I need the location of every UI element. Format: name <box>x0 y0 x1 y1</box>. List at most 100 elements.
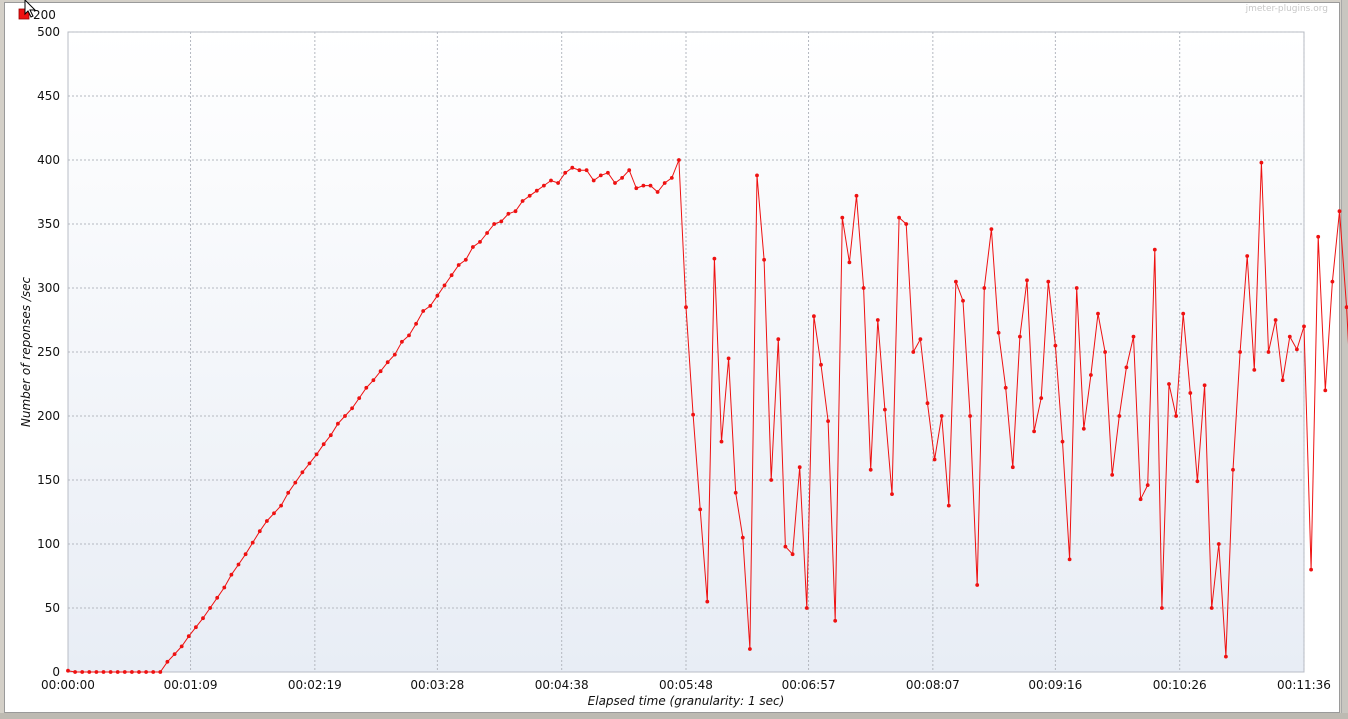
x-tick-label: 00:00:00 <box>41 678 95 692</box>
data-point <box>918 337 923 342</box>
data-point <box>513 209 518 214</box>
data-point <box>414 321 418 326</box>
data-point <box>179 644 184 649</box>
data-point <box>279 503 283 508</box>
data-point <box>1103 350 1107 354</box>
data-point <box>73 670 77 674</box>
data-point <box>1195 479 1200 484</box>
data-point <box>87 670 92 674</box>
data-point <box>392 352 397 357</box>
data-point <box>989 227 994 232</box>
data-point <box>733 490 738 495</box>
data-point <box>627 168 632 173</box>
data-point <box>1337 209 1342 214</box>
data-point <box>1252 368 1257 372</box>
data-point <box>868 467 873 472</box>
data-point <box>1181 311 1186 316</box>
data-point <box>648 183 653 188</box>
y-tick-label: 300 <box>37 281 60 295</box>
data-point <box>932 457 937 462</box>
data-point <box>620 176 624 180</box>
data-point <box>130 670 134 674</box>
data-point <box>158 670 163 674</box>
y-axis-label: Number of reponses /sec <box>19 276 33 427</box>
data-point <box>662 181 667 185</box>
data-point <box>1323 388 1328 393</box>
y-tick-label: 400 <box>37 153 60 167</box>
data-point <box>1046 279 1051 284</box>
y-tick-label: 100 <box>37 537 60 551</box>
x-axis-ticks: 00:00:00 00:01:09 00:02:19 00:03:28 00:04:38… <box>41 678 1331 692</box>
data-point <box>982 286 987 290</box>
data-point <box>819 362 823 367</box>
data-point <box>762 257 766 262</box>
x-tick-label: 00:03:28 <box>410 678 464 692</box>
data-point <box>1231 467 1235 472</box>
data-point <box>272 511 276 516</box>
data-point <box>1259 160 1264 165</box>
data-point <box>1067 557 1072 562</box>
data-point <box>1302 324 1306 329</box>
data-point <box>1224 654 1228 659</box>
data-point <box>1295 347 1299 352</box>
data-point <box>215 595 220 600</box>
data-point <box>904 222 909 226</box>
data-point <box>492 222 497 226</box>
data-point <box>776 337 781 342</box>
data-point <box>634 186 639 191</box>
data-point <box>343 414 347 418</box>
data-point <box>385 360 390 365</box>
data-point <box>1273 318 1278 322</box>
legend-label: 200 <box>33 8 56 22</box>
data-point <box>613 181 617 185</box>
data-point <box>314 452 319 457</box>
data-point <box>208 606 213 610</box>
data-point <box>1131 334 1136 339</box>
data-point <box>563 170 568 175</box>
data-point <box>1188 391 1193 395</box>
data-point <box>1089 373 1093 377</box>
data-point <box>748 647 752 651</box>
data-point <box>307 461 312 466</box>
data-point <box>826 419 830 423</box>
data-point <box>769 478 774 482</box>
data-point <box>144 670 149 674</box>
data-point <box>669 176 674 180</box>
data-point <box>243 552 248 557</box>
data-point <box>407 333 411 338</box>
data-point <box>66 668 70 673</box>
data-point <box>911 350 916 354</box>
data-point <box>542 183 546 188</box>
data-point <box>961 298 965 303</box>
data-point <box>712 256 717 261</box>
data-point <box>80 670 85 674</box>
data-point <box>485 231 489 235</box>
data-point <box>925 401 930 406</box>
data-point <box>520 199 525 203</box>
data-point <box>506 211 511 216</box>
x-tick-label: 00:04:38 <box>535 678 589 692</box>
data-point <box>606 170 610 175</box>
data-point <box>527 193 532 198</box>
x-tick-label: 00:11:36 <box>1277 678 1331 692</box>
data-point <box>499 219 504 224</box>
data-point <box>939 414 944 418</box>
data-point <box>833 618 838 623</box>
y-tick-label: 150 <box>37 473 60 487</box>
data-point <box>364 385 369 390</box>
data-point <box>883 407 887 412</box>
data-point <box>478 240 482 244</box>
data-point <box>641 183 646 188</box>
data-point <box>115 670 120 674</box>
data-point <box>875 318 880 322</box>
data-point <box>371 378 376 383</box>
data-point <box>400 339 404 344</box>
data-point <box>137 670 141 674</box>
data-point <box>428 304 433 308</box>
data-point <box>1245 254 1250 258</box>
data-point <box>975 583 980 587</box>
data-point <box>1167 382 1171 386</box>
data-point <box>1209 606 1214 610</box>
data-point <box>186 634 191 639</box>
data-point <box>677 158 681 162</box>
